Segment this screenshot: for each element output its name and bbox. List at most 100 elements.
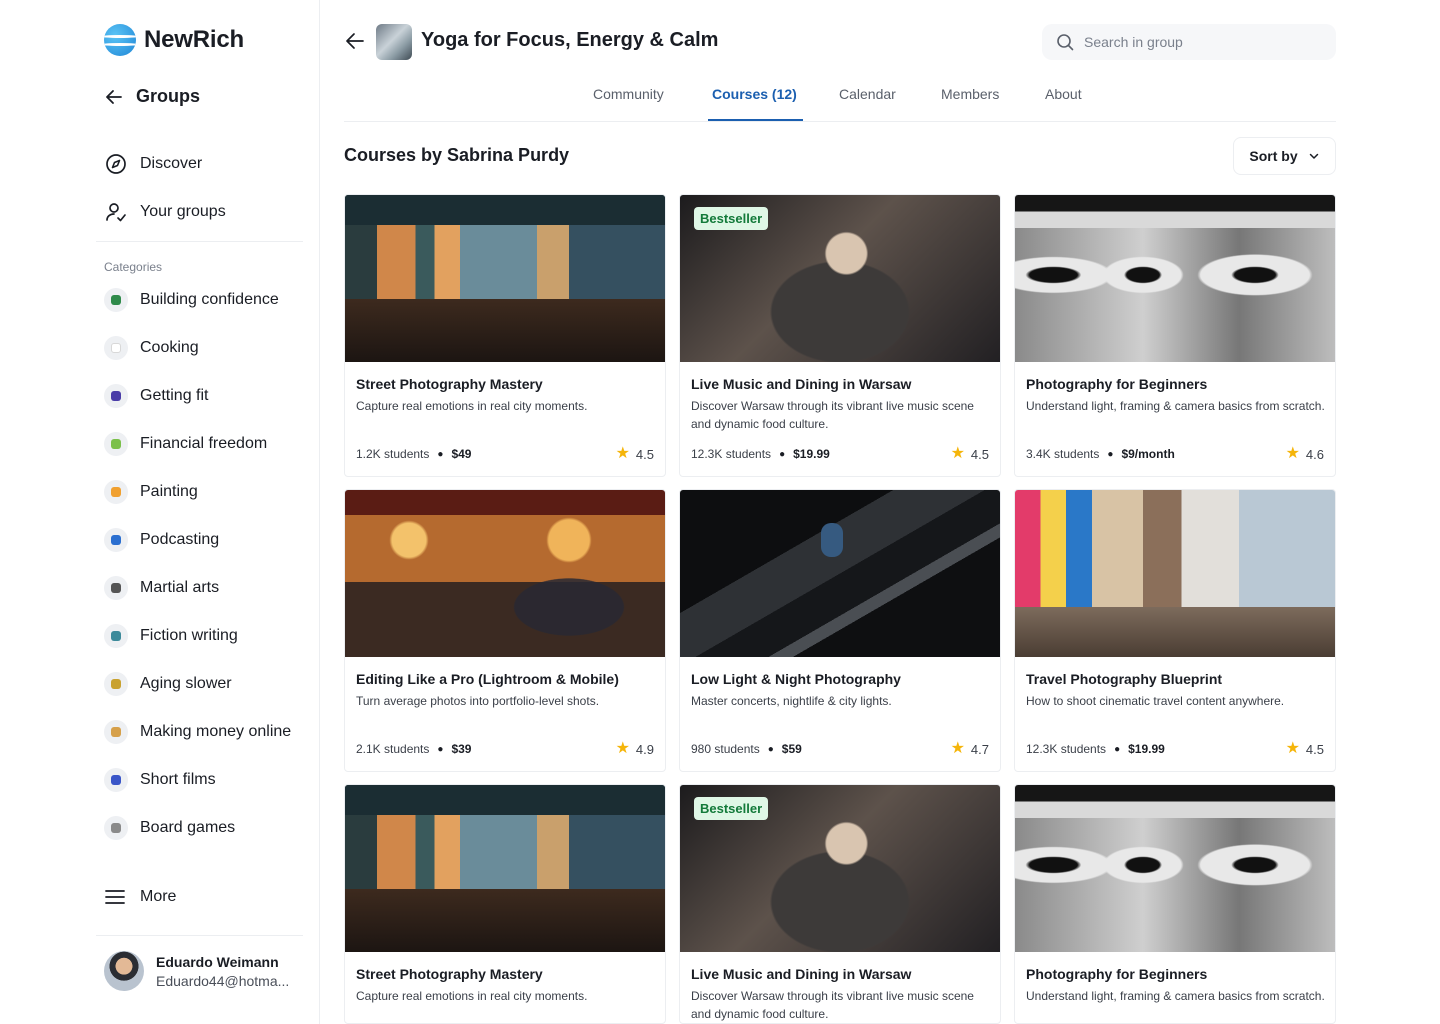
course-description: Turn average photos into portfolio-level… — [356, 694, 600, 708]
back-to-groups-button[interactable]: Groups — [104, 86, 200, 107]
category-label: Podcasting — [140, 531, 220, 548]
course-card[interactable]: Editing Like a Pro (Lightroom & Mobile) … — [344, 489, 666, 772]
course-card[interactable]: Low Light & Night Photography Master con… — [679, 489, 1001, 772]
course-card[interactable]: Bestseller Live Music and Dining in Wars… — [679, 784, 1001, 1024]
bestseller-badge: Bestseller — [694, 797, 769, 820]
app-logo[interactable]: NewRich — [104, 24, 244, 56]
star-icon: ★ — [615, 740, 630, 757]
course-price: $9/month — [1121, 447, 1175, 461]
tab-members[interactable]: Members — [941, 86, 999, 102]
course-title: Live Music and Dining in Warsaw — [691, 966, 912, 982]
more-button[interactable]: More — [104, 886, 176, 908]
search-box[interactable] — [1042, 24, 1336, 60]
course-card[interactable]: Travel Photography Blueprint How to shoo… — [1014, 489, 1336, 772]
course-thumbnail — [345, 785, 665, 952]
course-meta: 980 students ● $59 — [691, 742, 802, 756]
course-thumbnail — [345, 490, 665, 657]
sidebar-divider — [96, 935, 303, 936]
category-financial-freedom[interactable]: Financial freedom — [104, 432, 267, 456]
course-rating: ★ 4.6 — [1286, 446, 1324, 462]
category-short-films[interactable]: Short films — [104, 768, 216, 792]
course-card[interactable]: Photography for Beginners Understand lig… — [1014, 784, 1336, 1024]
course-meta: 2.1K students ● $39 — [356, 742, 471, 756]
bullet-separator: ● — [779, 448, 786, 460]
course-card[interactable]: Street Photography Mastery Capture real … — [344, 784, 666, 1024]
course-title: Street Photography Mastery — [356, 966, 543, 982]
course-thumbnail — [1015, 785, 1335, 952]
clapperboard-icon — [104, 768, 128, 792]
category-aging-slower[interactable]: Aging slower — [104, 672, 232, 696]
course-price: $39 — [451, 742, 472, 756]
category-label: Getting fit — [140, 387, 209, 404]
sidebar-divider — [96, 241, 303, 242]
nav-discover[interactable]: Discover — [104, 152, 202, 176]
logo-icon — [104, 24, 136, 56]
rating-value: 4.5 — [970, 446, 989, 462]
section-title: Courses by Sabrina Purdy — [344, 145, 570, 165]
sort-label: Sort by — [1249, 148, 1298, 164]
category-label: Painting — [140, 483, 198, 500]
chevron-down-icon — [1309, 153, 1318, 159]
course-meta: 3.4K students ● $9/month — [1026, 447, 1175, 461]
sidebar: NewRich Groups Discover Your groups Cate… — [0, 0, 320, 1024]
more-label: More — [140, 888, 177, 905]
dumbbell-icon — [104, 384, 128, 408]
group-tabs: Community Courses (12) Calendar Members … — [344, 76, 1336, 122]
rating-value: 4.5 — [635, 446, 654, 462]
category-getting-fit[interactable]: Getting fit — [104, 384, 208, 408]
course-rating: ★ 4.5 — [1286, 741, 1324, 757]
category-painting[interactable]: Painting — [104, 480, 198, 504]
category-building-confidence[interactable]: Building confidence — [104, 288, 279, 312]
course-card[interactable]: Photography for Beginners Understand lig… — [1014, 194, 1336, 477]
categories-heading: Categories — [104, 260, 163, 274]
microphone-icon — [104, 528, 128, 552]
course-description: Understand light, framing & camera basic… — [1026, 989, 1325, 1003]
tab-about[interactable]: About — [1045, 86, 1082, 102]
app-name: NewRich — [144, 26, 244, 53]
user-name: Eduardo Weimann — [156, 953, 279, 970]
money-icon — [104, 432, 128, 456]
category-martial-arts[interactable]: Martial arts — [104, 576, 219, 600]
course-price: $19.99 — [1128, 742, 1165, 756]
course-description: Capture real emotions in real city momen… — [356, 989, 588, 1003]
back-button[interactable] — [344, 30, 366, 57]
category-cooking[interactable]: Cooking — [104, 336, 199, 360]
course-students: 1.2K students — [356, 447, 430, 461]
martial-arts-icon — [104, 576, 128, 600]
course-card[interactable]: Street Photography Mastery Capture real … — [344, 194, 666, 477]
compass-icon — [106, 154, 126, 174]
chess-pawn-icon — [104, 816, 128, 840]
star-icon: ★ — [1285, 740, 1300, 757]
user-profile[interactable]: Eduardo Weimann Eduardo44@hotma... — [104, 951, 289, 991]
category-board-games[interactable]: Board games — [104, 816, 235, 840]
course-thumbnail — [680, 490, 1000, 657]
course-card[interactable]: Bestseller Live Music and Dining in Wars… — [679, 194, 1001, 477]
category-label: Fiction writing — [140, 627, 238, 644]
category-label: Financial freedom — [140, 435, 268, 452]
course-students: 12.3K students — [1026, 742, 1107, 756]
course-price: $49 — [451, 447, 472, 461]
back-to-groups-label: Groups — [136, 86, 201, 106]
person-icon — [104, 288, 128, 312]
tab-community[interactable]: Community — [593, 86, 664, 102]
bullet-separator: ● — [1114, 743, 1121, 755]
menu-icon — [105, 890, 125, 904]
tab-calendar[interactable]: Calendar — [839, 86, 896, 102]
course-students: 3.4K students — [1026, 447, 1100, 461]
course-description: Discover Warsaw through its vibrant live… — [691, 989, 974, 1021]
course-title: Street Photography Mastery — [356, 376, 543, 392]
course-thumbnail — [1015, 490, 1335, 657]
course-rating: ★ 4.5 — [951, 446, 989, 462]
category-podcasting[interactable]: Podcasting — [104, 528, 219, 552]
category-label: Board games — [140, 819, 236, 836]
nav-your-groups[interactable]: Your groups — [104, 200, 226, 224]
category-label: Martial arts — [140, 579, 220, 596]
category-making-money-online[interactable]: Making money online — [104, 720, 291, 744]
search-input[interactable] — [1084, 34, 1314, 50]
tab-courses[interactable]: Courses (12) — [712, 86, 797, 102]
category-fiction-writing[interactable]: Fiction writing — [104, 624, 238, 648]
arrow-left-icon — [346, 33, 364, 49]
star-icon: ★ — [615, 445, 630, 462]
sort-dropdown[interactable]: Sort by — [1233, 137, 1336, 175]
course-price: $59 — [781, 742, 802, 756]
